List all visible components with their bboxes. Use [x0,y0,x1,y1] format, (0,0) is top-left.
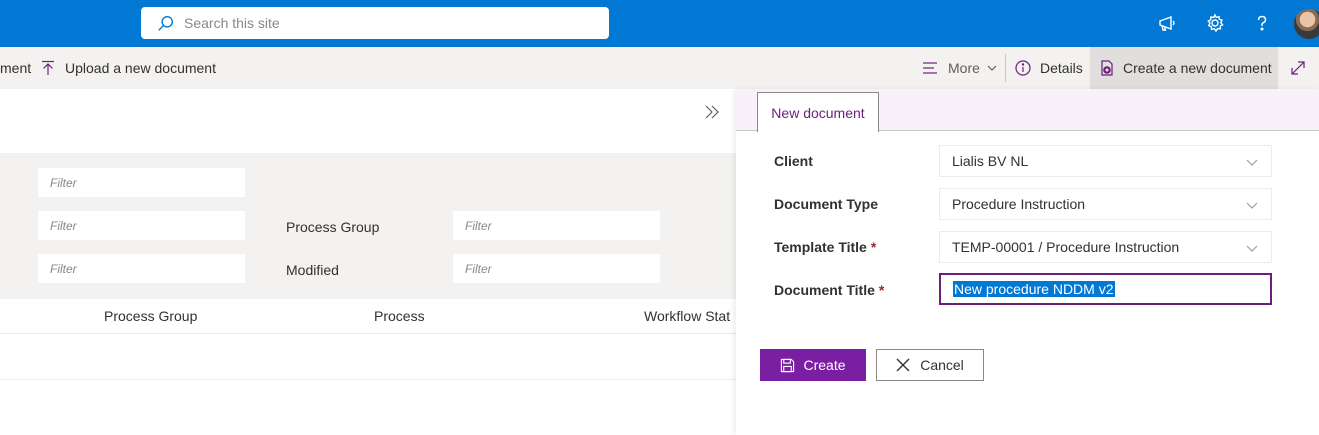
help-icon[interactable] [1249,10,1275,36]
document-type-label: Document Type [774,196,878,212]
megaphone-icon[interactable] [1154,10,1180,36]
save-icon [781,358,795,372]
required-marker: * [878,282,885,298]
create-document-label: Create a new document [1123,60,1272,76]
tab-new-document-label: New document [771,104,865,121]
collapse-filters-button[interactable] [701,101,723,123]
menu-lines-icon [923,62,937,74]
divider [1005,54,1006,82]
create-document-button[interactable]: Create a new document [1090,47,1278,89]
close-icon [896,358,910,372]
double-chevron-right-icon [705,105,719,119]
template-title-value: TEMP-00001 / Procedure Instruction [952,239,1180,255]
panel-tab-strip: New document [736,89,1319,132]
filter-panel: Process Group Modified [0,153,736,299]
client-label: Client [774,153,813,169]
chevron-down-icon [1246,245,1258,252]
library-view: Process Group Modified Process Group Pro… [0,89,736,435]
column-header-workflow-status[interactable]: Workflow Stat [644,308,730,324]
client-dropdown[interactable]: Lialis BV NL [939,145,1272,177]
filter-input[interactable] [38,254,245,283]
upload-icon [42,60,54,75]
filter-label-modified: Modified [286,262,339,278]
new-document-icon [1101,60,1113,76]
gear-icon[interactable] [1202,10,1228,36]
create-button-label: Create [803,357,846,373]
search-icon [158,15,173,31]
expand-icon [1291,61,1305,75]
client-value: Lialis BV NL [952,153,1029,169]
cancel-button[interactable]: Cancel [876,349,984,381]
create-button[interactable]: Create [760,349,866,381]
template-title-dropdown[interactable]: TEMP-00001 / Procedure Instruction [939,231,1272,263]
suite-bar [0,0,1319,47]
document-title-value: New procedure NDDM v2 [953,281,1115,297]
command-partial-label: ment [0,60,32,76]
tab-new-document[interactable]: New document [757,92,879,132]
filter-label-process-group: Process Group [286,219,380,235]
template-title-label: Template Title * [774,239,877,255]
modified-filter-input[interactable] [453,254,660,283]
filter-input[interactable] [38,211,245,240]
cancel-button-label: Cancel [920,357,964,373]
column-header-process[interactable]: Process [374,308,425,324]
process-group-filter-input[interactable] [453,211,660,240]
more-button[interactable]: More [922,47,998,89]
required-marker: * [870,239,877,255]
document-type-dropdown[interactable]: Procedure Instruction [939,188,1272,220]
chevron-down-icon [1246,202,1258,209]
search-box[interactable] [141,7,609,39]
info-icon [1015,60,1031,76]
details-label: Details [1040,60,1083,76]
document-type-value: Procedure Instruction [952,196,1086,212]
avatar[interactable] [1294,9,1319,39]
more-label: More [948,60,980,76]
document-title-label: Document Title * [774,282,885,298]
document-title-input[interactable]: New procedure NDDM v2 [939,273,1272,305]
expand-button[interactable] [1290,47,1306,89]
column-header-process-group[interactable]: Process Group [104,308,197,324]
filter-input[interactable] [38,168,245,197]
command-partial-item[interactable]: ment [0,47,31,89]
chevron-down-icon [987,65,997,71]
grid-header: Process Group Process Workflow Stat [0,299,736,334]
command-bar: ment Upload a new document More Details … [0,47,1319,89]
upload-document-button[interactable]: Upload a new document [40,47,216,89]
chevron-down-icon [1246,159,1258,166]
details-button[interactable]: Details [1015,47,1083,89]
upload-label: Upload a new document [65,60,216,76]
search-input[interactable] [184,15,584,31]
new-document-panel: New document Client Lialis BV NL Documen… [736,89,1319,435]
table-row[interactable] [0,334,736,380]
